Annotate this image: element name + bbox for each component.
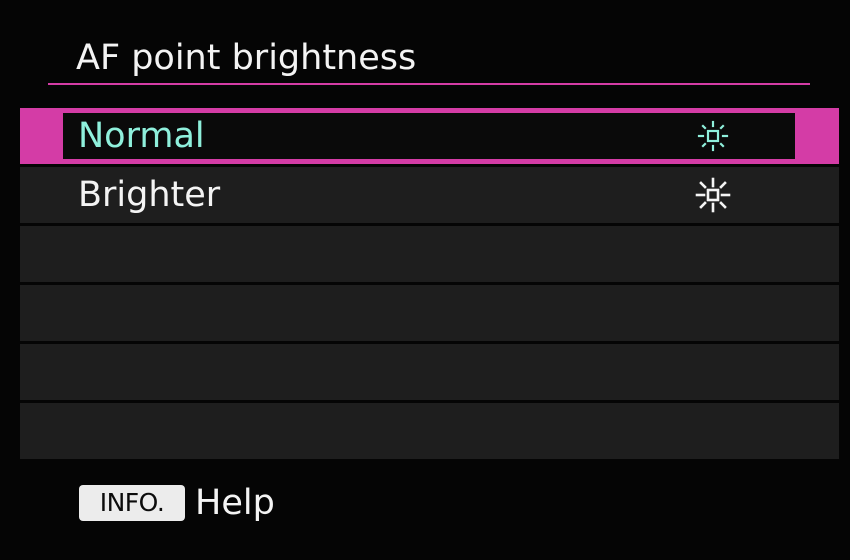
title-divider: [48, 83, 810, 85]
empty-row: [20, 226, 839, 282]
option-brighter[interactable]: Brighter: [20, 167, 839, 223]
empty-row: [20, 403, 839, 459]
option-brighter-label: Brighter: [78, 175, 221, 215]
af-point-brighter-icon: [695, 177, 731, 213]
empty-row: [20, 285, 839, 341]
option-normal[interactable]: Normal: [20, 108, 839, 164]
option-normal-label: Normal: [78, 116, 205, 156]
camera-menu-screen: AF point brightness Normal Brighter INFO…: [0, 0, 850, 560]
af-point-normal-icon: [697, 120, 729, 152]
page-title: AF point brightness: [76, 38, 417, 78]
option-list: Normal Brighter: [20, 108, 839, 462]
empty-row: [20, 344, 839, 400]
info-button[interactable]: INFO.: [79, 485, 185, 521]
help-label: Help: [195, 483, 275, 523]
